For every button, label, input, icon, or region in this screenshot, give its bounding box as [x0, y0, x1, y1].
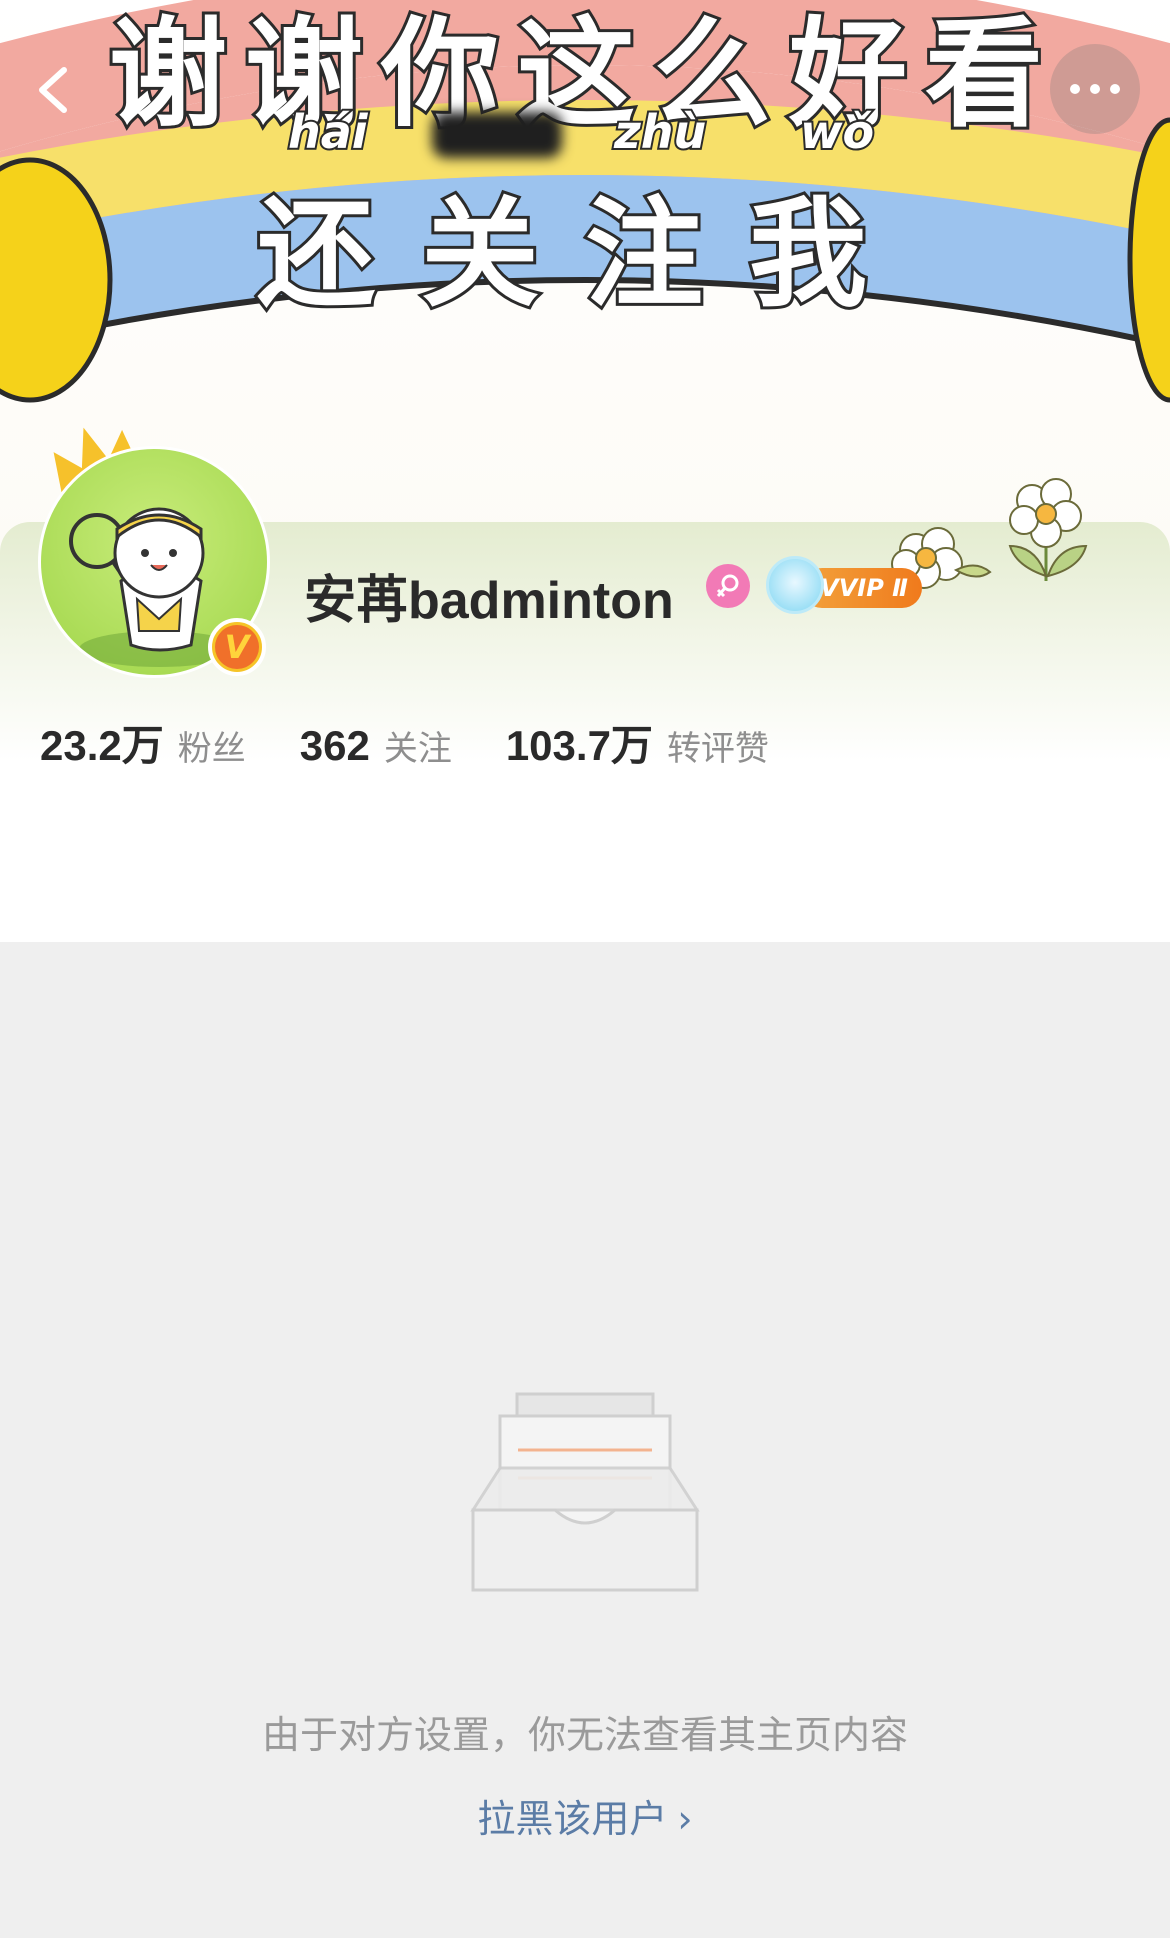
empty-inbox-icon [470, 1392, 700, 1592]
stat-interactions[interactable]: 103.7万 转评赞 [506, 712, 769, 773]
banner-text-line2: 还关注我 [254, 182, 913, 326]
back-arrow-icon [39, 67, 67, 113]
pinyin-redacted [432, 112, 562, 158]
back-button[interactable] [28, 62, 84, 118]
more-icon [1070, 84, 1120, 94]
stat-value: 103.7万 [505, 722, 653, 769]
vvip-mascot [766, 556, 824, 614]
stat-label: 转评赞 [666, 729, 769, 769]
stat-followers[interactable]: 23.2万 粉丝 [40, 712, 246, 773]
stat-value: 23.2万 [40, 722, 164, 769]
vvip-badge-icon[interactable]: VVIP Ⅱ [766, 556, 926, 616]
female-icon [706, 564, 750, 608]
stat-value: 362 [299, 722, 370, 769]
username: 安苒badminton [304, 572, 674, 630]
flower-icon [1008, 478, 1088, 581]
stat-label: 关注 [383, 729, 452, 769]
block-user-label: 拉黑该用户 [477, 1797, 668, 1841]
pinyin-wo: wǒ [798, 103, 876, 161]
empty-state-message: 由于对方设置，你无法查看其主页内容 [261, 1713, 908, 1757]
stat-label: 粉丝 [177, 729, 246, 769]
stats-row: 23.2万 粉丝 362 关注 103.7万 转评赞 [40, 712, 823, 770]
stat-following[interactable]: 362 关注 [300, 721, 452, 770]
verified-v-icon: V [208, 618, 266, 676]
chevron-right-icon: › [677, 1797, 693, 1841]
avatar[interactable]: V [38, 427, 270, 678]
pinyin-zhu: zhù [612, 103, 708, 161]
block-user-link[interactable]: 拉黑该用户 › [0, 1788, 1170, 1843]
pinyin-hai: hái [286, 103, 370, 161]
more-button[interactable] [1050, 44, 1140, 134]
banner-text-line1: 谢谢你这么好看 [106, 2, 1061, 146]
